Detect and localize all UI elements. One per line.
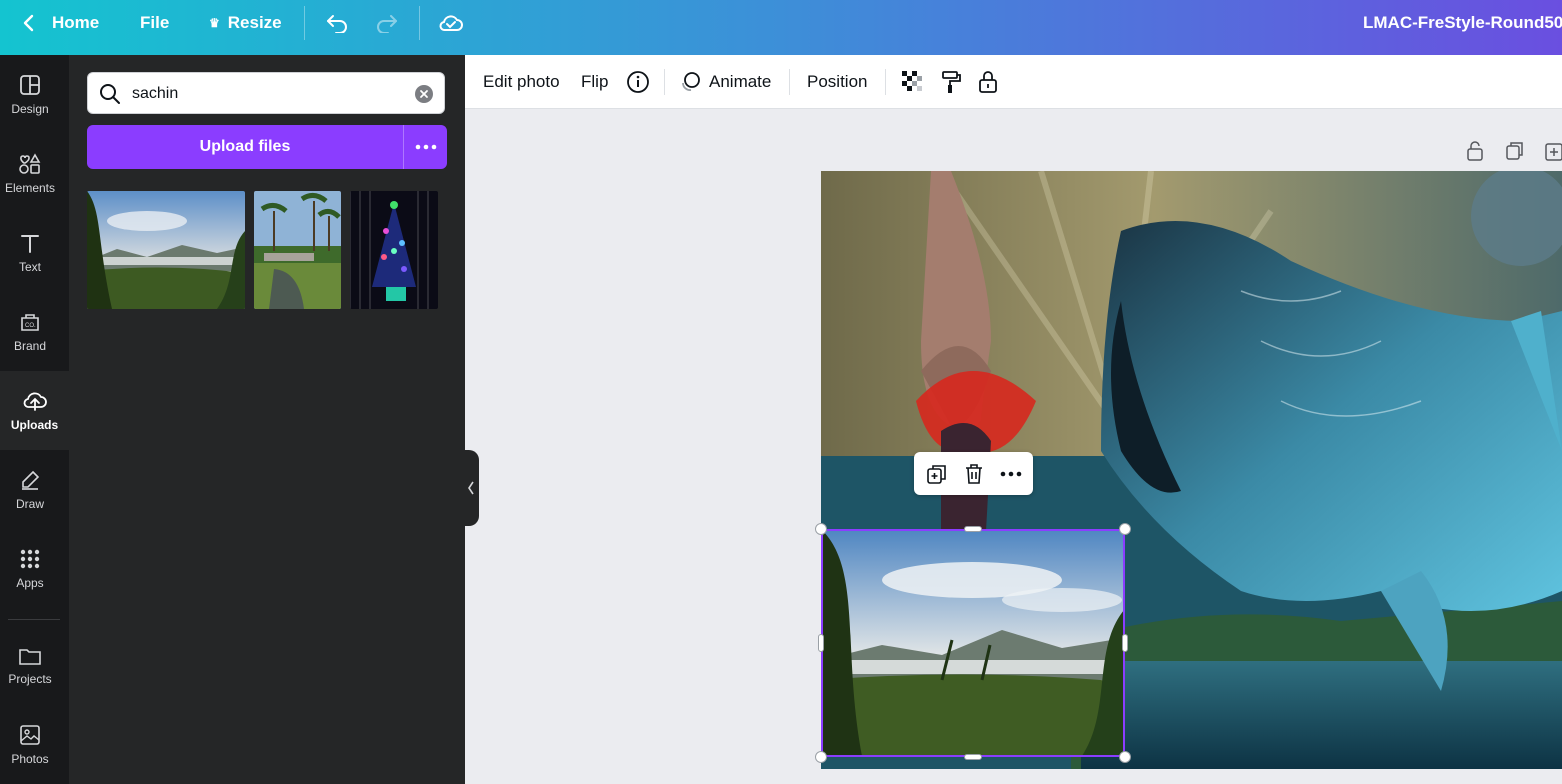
- rail-label: Apps: [16, 575, 44, 590]
- more-horizontal-icon: [415, 144, 436, 150]
- chevron-left-icon: [468, 481, 474, 495]
- rail-label: Text: [18, 259, 41, 274]
- divider: [789, 69, 790, 95]
- selection-frame: [821, 529, 1125, 757]
- pen-icon: [22, 470, 40, 490]
- divider: [419, 6, 420, 40]
- cloud-upload-icon: [23, 392, 47, 411]
- apps-grid-icon: [20, 549, 40, 568]
- upload-more-options-button[interactable]: [403, 125, 447, 169]
- rail-item-photos[interactable]: Photos: [0, 705, 60, 784]
- image-icon: [20, 724, 40, 745]
- rail-label: Uploads: [10, 417, 59, 432]
- svg-text:CO.: CO.: [25, 323, 36, 329]
- rail-label: Brand: [13, 338, 47, 353]
- flip-button[interactable]: Flip: [581, 55, 608, 108]
- rail-item-text[interactable]: Text: [0, 213, 60, 292]
- duplicate-icon[interactable]: [925, 462, 949, 486]
- file-menu-button[interactable]: File: [140, 0, 169, 46]
- resize-handle-bottom-right[interactable]: [1119, 751, 1131, 763]
- divider: [664, 69, 665, 95]
- rail-item-elements[interactable]: Elements: [0, 134, 60, 213]
- animate-label: Animate: [709, 71, 772, 91]
- side-rail: Design Elements Text CO. Brand Uploads D…: [0, 55, 69, 784]
- divider: [8, 619, 60, 620]
- info-icon[interactable]: [626, 55, 650, 108]
- page-lock-icon[interactable]: [1465, 140, 1485, 167]
- layout-icon: [20, 74, 40, 95]
- rail-item-draw[interactable]: Draw: [0, 450, 60, 529]
- divider: [885, 69, 886, 95]
- text-icon: [21, 234, 39, 253]
- edit-photo-button[interactable]: Edit photo: [483, 55, 560, 108]
- rail-label: Projects: [8, 671, 52, 686]
- resize-handle-top-right[interactable]: [1119, 523, 1131, 535]
- context-toolbar: Edit photo Flip Animate Position: [465, 55, 1562, 109]
- element-context-menu: [914, 452, 1033, 495]
- undo-icon[interactable]: [325, 0, 349, 46]
- upload-files-button[interactable]: Upload files: [87, 125, 403, 169]
- position-button[interactable]: Position: [807, 55, 867, 108]
- resize-button[interactable]: ♛ Resize: [209, 0, 282, 46]
- clear-search-icon[interactable]: [415, 85, 433, 103]
- back-chevron-icon[interactable]: [22, 0, 36, 46]
- rail-label: Elements: [4, 180, 56, 195]
- resize-handle-top-left[interactable]: [815, 523, 827, 535]
- resize-handle-bottom[interactable]: [964, 754, 982, 760]
- rail-label: Design: [11, 101, 49, 116]
- resize-label: Resize: [227, 13, 282, 32]
- rail-item-design[interactable]: Design: [0, 55, 60, 134]
- paint-roller-icon[interactable]: [940, 55, 962, 108]
- trash-icon[interactable]: [962, 462, 986, 486]
- document-title[interactable]: LMAC-FreStyle-Round50-S: [1363, 0, 1562, 46]
- redo-icon[interactable]: [375, 0, 399, 46]
- resize-handle-bottom-left[interactable]: [815, 751, 827, 763]
- shapes-icon: [19, 152, 41, 174]
- more-options-icon[interactable]: [999, 462, 1023, 486]
- brand-icon: CO.: [21, 313, 39, 331]
- rail-item-apps[interactable]: Apps: [0, 529, 60, 608]
- top-bar: Home File ♛ Resize LMAC-FreStyle-Round50…: [0, 0, 1562, 55]
- crown-icon: ♛: [209, 16, 220, 30]
- search-icon: [100, 84, 120, 104]
- rail-item-projects[interactable]: Projects: [0, 626, 60, 705]
- home-button[interactable]: Home: [52, 0, 99, 46]
- animate-button[interactable]: Animate: [679, 55, 771, 108]
- upload-thumbnail-palms[interactable]: [254, 191, 341, 309]
- rail-label: Draw: [15, 496, 44, 511]
- rail-item-uploads[interactable]: Uploads: [0, 371, 69, 450]
- rail-label: Photos: [11, 751, 49, 766]
- cloud-saved-icon[interactable]: [438, 0, 464, 46]
- upload-thumbnail-christmas-tree[interactable]: [350, 191, 438, 309]
- search-input[interactable]: [130, 81, 404, 107]
- uploads-panel: Upload files: [69, 55, 465, 784]
- upload-thumbnail-landscape[interactable]: [87, 191, 245, 309]
- lock-icon[interactable]: [977, 55, 999, 108]
- rail-item-brand[interactable]: CO. Brand: [0, 292, 60, 371]
- page-add-icon[interactable]: [1544, 140, 1562, 167]
- collapse-panel-handle[interactable]: [465, 450, 479, 526]
- divider: [304, 6, 305, 40]
- resize-handle-left[interactable]: [818, 634, 824, 652]
- transparency-icon[interactable]: [902, 55, 924, 108]
- animate-icon: [682, 71, 700, 91]
- page-duplicate-icon[interactable]: [1505, 140, 1525, 167]
- folder-icon: [19, 648, 41, 665]
- resize-handle-top[interactable]: [964, 526, 982, 532]
- search-box: [87, 72, 445, 114]
- resize-handle-right[interactable]: [1122, 634, 1128, 652]
